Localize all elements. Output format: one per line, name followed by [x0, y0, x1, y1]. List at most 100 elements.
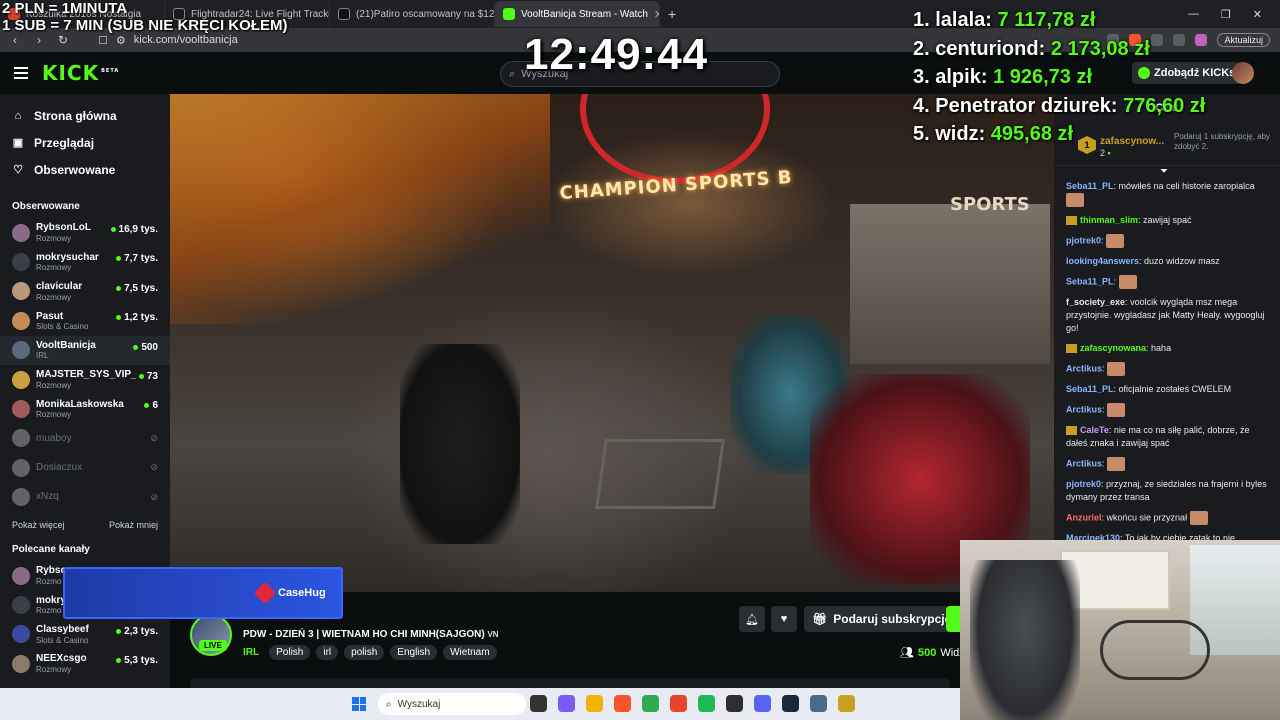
- show-more-link[interactable]: Pokaż więcej: [12, 520, 65, 530]
- chat-panel: Czat 1 zafascynow... 2 ▪ Podaruj 1 subsk…: [1054, 94, 1280, 540]
- sidebar-channel-offline[interactable]: muaboy ⊘: [0, 424, 170, 453]
- tag-chip[interactable]: Wietnam: [443, 645, 497, 660]
- nav-item-obserwowane[interactable]: ♡ Obserwowane: [0, 156, 170, 183]
- site-info-icon[interactable]: ⚙: [116, 34, 126, 47]
- chat-username[interactable]: Marcinek130: [1066, 533, 1120, 540]
- expand-arrow-icon[interactable]: ⏷: [1160, 166, 1168, 177]
- video-player[interactable]: CHAMPION SPORTS B SPORTS: [170, 94, 1054, 592]
- maximize-icon[interactable]: ❐: [1221, 8, 1231, 21]
- calculator-icon[interactable]: [810, 695, 827, 712]
- rate-line: 2 PLN = 1MINUTA: [2, 0, 128, 17]
- follow-heart-icon[interactable]: ♥: [771, 606, 797, 632]
- channel-text: Rybso Rozmo: [36, 565, 67, 586]
- brave-active-icon[interactable]: [670, 695, 687, 712]
- viewer-number: 5,3 tys.: [124, 655, 158, 667]
- live-dot-icon: [116, 628, 122, 634]
- subscribe-button[interactable]: [946, 606, 960, 632]
- viewer-count: 73: [138, 371, 158, 382]
- leaderboard-amount: 2 173,08 zł: [1050, 37, 1150, 60]
- chat-username[interactable]: Arctikus: [1066, 458, 1102, 468]
- tag-chip[interactable]: Polish: [269, 645, 311, 660]
- chat-username[interactable]: zafascynowana: [1080, 343, 1146, 353]
- kick-logo[interactable]: KICK BETA: [42, 61, 119, 85]
- leaderboard-rank: 4.: [913, 94, 930, 117]
- steam-icon[interactable]: [782, 695, 799, 712]
- chat-message: Seba11_PL: oficjalnie zostałeś CWELEM: [1066, 384, 1232, 394]
- sidebar-channel[interactable]: clavicular Rozmowy 7,5 tys.: [0, 277, 170, 306]
- donation-rates: 2 PLN = 1MINUTA 1 SUB = 7 MIN (SUB NIE K…: [2, 0, 287, 34]
- chat-username[interactable]: Seba11_PL: [1066, 384, 1114, 394]
- bookmark-icon[interactable]: ☐: [98, 34, 108, 47]
- chat-username[interactable]: Arctikus: [1066, 404, 1102, 414]
- brave-icon[interactable]: [614, 695, 631, 712]
- leaderboard-amount: 1 926,73 zł: [993, 66, 1093, 88]
- sidebar-channel[interactable]: MonikaLaskowska Rozmowy 6: [0, 394, 170, 423]
- chat-username[interactable]: Seba11_PL: [1066, 276, 1114, 286]
- menu-icon[interactable]: [14, 64, 28, 82]
- chat-message: pjotrek0: przyznaj, ze siedziales na fra…: [1066, 479, 1267, 502]
- donor-leaderboard: 1. lalala: 7 117,78 zł 2. centuriond: 2 1…: [913, 6, 1205, 149]
- url-field[interactable]: ☐ ⚙ kick.com/vooltbanicja: [98, 34, 238, 47]
- sidebar-channel[interactable]: NEEXcsgo Rozmowy 5,3 tys.: [0, 649, 170, 678]
- chat-username[interactable]: pjotrek0: [1066, 235, 1101, 245]
- viewer-count: 7,5 tys.: [116, 283, 158, 294]
- spotify-icon[interactable]: [698, 695, 715, 712]
- league-icon[interactable]: [838, 695, 855, 712]
- emote-icon: [1106, 234, 1125, 248]
- chat-username[interactable]: f_society_exe: [1066, 297, 1125, 307]
- channel-category: Rozmowy: [36, 292, 72, 302]
- sidebar-channel-offline[interactable]: xNzq ⊘: [0, 483, 170, 512]
- obs-icon[interactable]: [726, 695, 743, 712]
- user-avatar[interactable]: [1232, 62, 1254, 84]
- back-icon[interactable]: ‹: [8, 33, 22, 47]
- chat-message: thinman_slim: zawijaj spać: [1066, 214, 1272, 227]
- notification-bell-icon[interactable]: 🔔︎: [739, 606, 765, 632]
- category-link[interactable]: IRL: [243, 647, 259, 658]
- browser-tab-active[interactable]: VooltBanicja Stream - Watch ✕: [495, 1, 660, 27]
- tab-favicon-icon: [338, 8, 350, 20]
- task-view-icon[interactable]: [530, 695, 547, 712]
- browser-tab[interactable]: (21)Patiro oscamowany na $1200 #pa: [330, 1, 495, 27]
- forward-icon[interactable]: ›: [32, 33, 46, 47]
- sidebar-channel[interactable]: MAJSTER_SYS_VIP_C Rozmowy 73: [0, 365, 170, 394]
- nav-item-strona-główna[interactable]: ⌂ Strona główna: [0, 102, 170, 129]
- channel-avatar: [12, 429, 30, 448]
- casehug-promo[interactable]: CaseHug: [63, 567, 343, 619]
- leaderboard-rank: 1.: [913, 9, 930, 31]
- tag-chip[interactable]: polish: [344, 645, 385, 660]
- tag-chip[interactable]: irl: [316, 645, 339, 660]
- browse-icon: ▣: [12, 137, 24, 149]
- sidebar-channel-offline[interactable]: Dosiaczux ⊘: [0, 453, 170, 482]
- show-less-link[interactable]: Pokaż mniej: [109, 520, 158, 530]
- promo-label: CaseHug: [253, 581, 326, 605]
- sidebar-channel[interactable]: Pasut Slots & Casino 1,2 tys.: [0, 306, 170, 335]
- sidebar-channel[interactable]: mokrysuchar Rozmowy 7,7 tys.: [0, 247, 170, 276]
- chat-username[interactable]: pjotrek0: [1066, 479, 1101, 489]
- copilot-icon[interactable]: [558, 695, 575, 712]
- taskbar-search[interactable]: ⌕ Wyszukaj: [378, 693, 526, 715]
- chat-username[interactable]: looking4answers: [1066, 256, 1139, 266]
- live-dot-icon: [110, 227, 116, 232]
- discord-icon[interactable]: [754, 695, 771, 712]
- explorer-icon[interactable]: [586, 695, 603, 712]
- chat-username[interactable]: Anzuriel: [1066, 512, 1102, 522]
- new-tab-icon[interactable]: +: [660, 6, 684, 22]
- offline-list: muaboy ⊘ Dosiaczux ⊘ xNzq ⊘: [0, 424, 170, 512]
- nav-item-przeglądaj[interactable]: ▣ Przeglądaj: [0, 129, 170, 156]
- update-button[interactable]: Aktualizuj: [1217, 33, 1270, 47]
- start-icon[interactable]: [352, 697, 366, 711]
- chat-message: CaleTe: nie ma co na siłę palić, dobrze,…: [1066, 425, 1250, 448]
- chat-username[interactable]: CaleTe: [1080, 425, 1109, 435]
- chat-messages: Seba11_PL: mówiłeś na celi historie zaro…: [1066, 180, 1272, 540]
- sidebar-channel[interactable]: Classybeef Slots & Casino 2,3 tys.: [0, 620, 170, 649]
- tag-chip[interactable]: English: [390, 645, 438, 660]
- sidebar-channel[interactable]: RybsonLoL Rozmowy 16,9 tys.: [0, 218, 170, 247]
- chat-username[interactable]: thinman_slim: [1080, 215, 1138, 225]
- reload-icon[interactable]: ↻: [56, 33, 70, 47]
- chat-username[interactable]: Arctikus: [1066, 363, 1102, 373]
- gift-sub-button[interactable]: 🎁︎ Podaruj subskrypcje: [804, 606, 960, 632]
- close-window-icon[interactable]: ✕: [1253, 8, 1262, 21]
- sidebar-channel[interactable]: VooltBanicja IRL 500: [0, 335, 170, 365]
- chat-username[interactable]: Seba11_PL: [1066, 181, 1114, 191]
- chrome-icon[interactable]: [642, 695, 659, 712]
